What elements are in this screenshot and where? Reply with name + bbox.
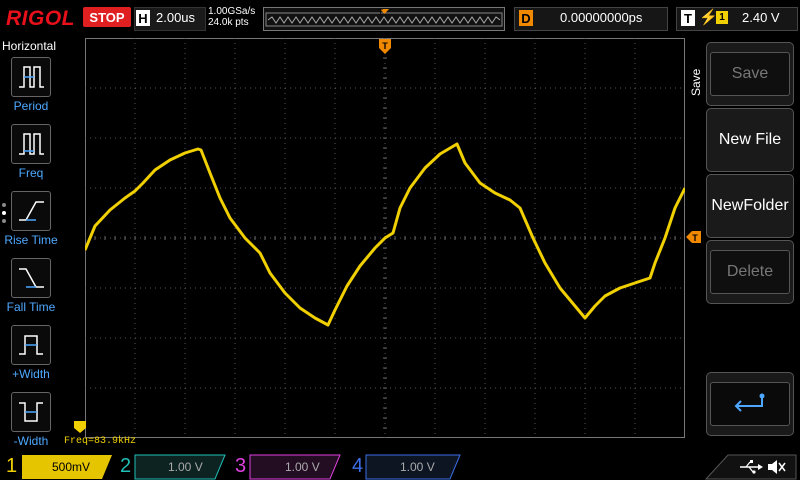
brand-logo: RIGOL — [6, 7, 75, 30]
delay-label: D — [519, 10, 533, 26]
waveform-display[interactable] — [85, 38, 685, 438]
measure-fall-time-label: Fall Time — [6, 300, 56, 314]
trigger-label: T — [681, 10, 695, 26]
save-button[interactable]: Save — [706, 42, 794, 106]
measure-positive-width[interactable]: +Width — [0, 325, 62, 391]
memory-position-bar[interactable] — [263, 7, 505, 31]
measure-fall-time[interactable]: Fall Time — [0, 258, 62, 324]
measure-negative-width[interactable]: -Width — [0, 392, 62, 458]
channel-4-tab[interactable]: 4 — [352, 455, 363, 478]
delete-button[interactable]: Delete — [706, 240, 794, 304]
trigger-source: 1 — [716, 11, 728, 24]
delete-button-label: Delete — [710, 250, 790, 294]
period-icon — [11, 57, 51, 97]
new-file-label: New File — [718, 131, 782, 148]
channel-1-tab[interactable]: 1 — [6, 455, 17, 478]
new-file-button[interactable]: New File — [706, 108, 794, 172]
fall-time-icon — [11, 258, 51, 298]
trigger-level-marker[interactable]: T — [686, 230, 702, 244]
measure-freq[interactable]: Freq — [0, 124, 62, 190]
new-folder-button[interactable]: NewFolder — [706, 174, 794, 238]
measure-negative-width-label: -Width — [13, 434, 49, 448]
measure-rise-time-label: Rise Time — [4, 233, 58, 247]
save-button-label: Save — [710, 52, 790, 96]
trigger-edge-icon: ⚡ — [699, 9, 718, 26]
save-menu-title-box: Save — [689, 68, 703, 96]
measure-menu-title: Horizontal — [2, 39, 57, 53]
measure-freq-label: Freq — [18, 166, 44, 180]
measure-rise-time[interactable]: Rise Time — [0, 191, 62, 257]
trigger-position-marker[interactable]: T — [378, 38, 392, 56]
channel-2-tab[interactable]: 2 — [120, 455, 131, 478]
status-icons — [704, 454, 797, 480]
sample-info: 1.00GSa/s 24.0k pts — [208, 6, 255, 28]
svg-text:T: T — [382, 41, 388, 51]
channel-3-tab[interactable]: 3 — [235, 455, 246, 478]
rise-time-icon — [11, 191, 51, 231]
save-menu-title: Save — [689, 68, 703, 96]
trigger-level: 2.40 V — [742, 10, 780, 25]
channel-2-scale: 1.00 V — [168, 460, 203, 474]
channel-3-scale: 1.00 V — [285, 460, 320, 474]
channel-4-scale: 1.00 V — [400, 460, 435, 474]
sample-rate: 1.00GSa/s — [208, 6, 256, 17]
svg-text:T: T — [692, 233, 698, 243]
memory-overview-icon — [265, 9, 503, 27]
channel-1-scale: 500mV — [52, 460, 91, 474]
return-button[interactable] — [706, 372, 794, 436]
memory-trigger-marker: T — [378, 8, 383, 17]
negative-width-icon — [11, 392, 51, 432]
frequency-icon — [11, 124, 51, 164]
timebase-value: 2.00us — [156, 10, 196, 25]
run-stop-indicator[interactable]: STOP — [83, 7, 131, 27]
measure-period[interactable]: Period — [0, 57, 62, 123]
horizontal-label: H — [136, 10, 150, 26]
positive-width-icon — [11, 325, 51, 365]
channel-1-offset-marker[interactable] — [73, 420, 87, 434]
measure-positive-width-label: +Width — [12, 367, 50, 381]
memory-depth: 24.0k pts — [208, 17, 249, 28]
frequency-measurement: Freq=83.9kHz — [64, 436, 137, 447]
measure-period-label: Period — [13, 99, 49, 113]
return-icon — [710, 382, 790, 426]
new-folder-label: NewFolder — [711, 197, 789, 214]
delay-value: 0.00000000ps — [560, 10, 643, 25]
